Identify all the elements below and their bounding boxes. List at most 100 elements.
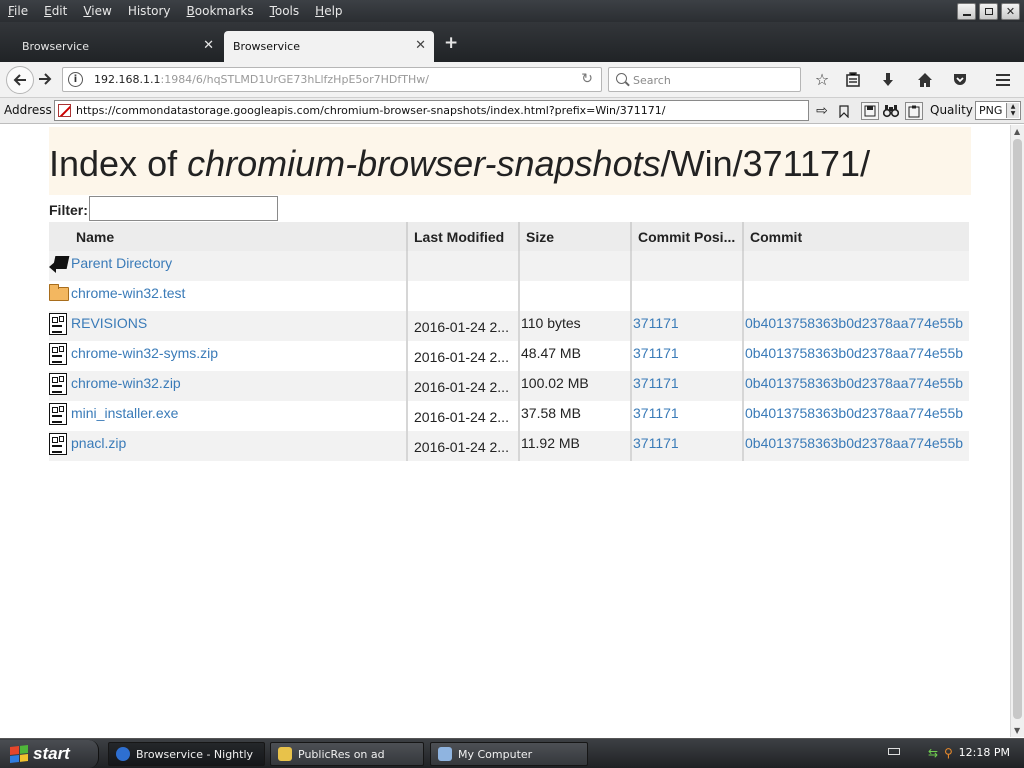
row-commit-position-cell: 371171 — [631, 431, 744, 461]
scroll-down-icon[interactable]: ▼ — [1014, 726, 1020, 735]
commit-position-link[interactable]: 371171 — [633, 435, 679, 451]
file-link[interactable]: chrome-win32-syms.zip — [71, 345, 218, 361]
home-icon[interactable] — [914, 69, 936, 91]
row-commit-position-cell: 371171 — [631, 371, 744, 401]
commit-link[interactable]: 0b4013758363b0d2378aa774e55b — [745, 315, 963, 331]
find-icon[interactable] — [882, 102, 900, 120]
search-box[interactable]: Search — [608, 67, 801, 92]
taskbar-item-publicres[interactable]: PublicRes on ad — [270, 742, 424, 766]
menu-tools[interactable]: Tools — [262, 0, 308, 22]
menu-edit[interactable]: Edit — [36, 0, 75, 22]
scrollbar-thumb[interactable] — [1013, 139, 1022, 719]
row-commit-cell: 0b4013758363b0d2378aa774e55b — [743, 371, 969, 401]
taskbar-item-label: My Computer — [458, 747, 533, 761]
table-row: chrome-win32-syms.zip 2016-01-24 2... 48.4… — [49, 341, 969, 371]
search-tray-icon[interactable]: ⚲ — [944, 746, 953, 760]
taskbar-item-my-computer[interactable]: My Computer — [430, 742, 588, 766]
commit-position-link[interactable]: 371171 — [633, 375, 679, 391]
taskbar-item-label: PublicRes on ad — [298, 747, 385, 761]
file-link[interactable]: mini_installer.exe — [71, 405, 178, 421]
binary-file-icon — [49, 313, 67, 335]
column-header-commit-position[interactable]: Commit Posi... — [631, 222, 744, 251]
file-link[interactable]: chrome-win32.test — [71, 285, 185, 301]
table-row: chrome-win32.test — [49, 281, 969, 311]
binary-file-icon — [49, 343, 67, 365]
file-link[interactable]: pnacl.zip — [71, 435, 126, 451]
menu-view[interactable]: View — [75, 0, 119, 22]
file-link[interactable]: Parent Directory — [71, 255, 172, 271]
tab-close-icon[interactable]: ✕ — [203, 39, 214, 53]
close-window-button[interactable]: ✕ — [1001, 3, 1020, 20]
address-url: https://commondatastorage.googleapis.com… — [76, 104, 666, 117]
quality-spinner-icon[interactable]: ▲ ▼ — [1006, 103, 1019, 118]
vertical-scrollbar[interactable]: ▲ ▼ — [1010, 125, 1024, 737]
row-size-cell — [519, 281, 632, 311]
save-icon[interactable] — [861, 102, 879, 120]
tab-close-icon[interactable]: ✕ — [415, 39, 426, 53]
network-icon[interactable]: ⇆ — [928, 746, 938, 760]
back-arrow-icon — [13, 74, 26, 86]
row-modified-cell: 2016-01-24 2... — [407, 401, 520, 431]
bookmark-toggle-icon[interactable] — [835, 102, 853, 120]
address-field[interactable]: https://commondatastorage.googleapis.com… — [54, 100, 809, 121]
row-commit-cell: 0b4013758363b0d2378aa774e55b — [743, 401, 969, 431]
new-tab-button[interactable]: + — [444, 33, 458, 53]
restore-button[interactable] — [979, 3, 998, 20]
go-button[interactable]: ⇨ — [813, 102, 831, 120]
menu-help[interactable]: Help — [307, 0, 350, 22]
forward-arrow-icon — [39, 73, 52, 85]
bookmark-star-icon[interactable]: ☆ — [811, 69, 833, 91]
commit-position-link[interactable]: 371171 — [633, 405, 679, 421]
commit-position-link[interactable]: 371171 — [633, 345, 679, 361]
file-link[interactable]: chrome-win32.zip — [71, 375, 181, 391]
menu-bookmarks[interactable]: Bookmarks — [179, 0, 262, 22]
hamburger-menu-icon[interactable] — [992, 69, 1014, 91]
row-commit-cell — [743, 251, 969, 281]
commit-link[interactable]: 0b4013758363b0d2378aa774e55b — [745, 405, 963, 421]
quality-select[interactable]: PNG ▲ ▼ — [975, 101, 1021, 120]
forward-button[interactable] — [38, 72, 56, 90]
url-bar[interactable]: i 192.168.1.1:1984/6/hqSTLMD1UrGE73hLlfz… — [62, 67, 602, 92]
clipboard-icon[interactable] — [905, 102, 923, 120]
column-header-size[interactable]: Size — [519, 222, 632, 251]
tab-browservice-2[interactable]: Browservice ✕ — [224, 31, 434, 62]
minimize-button[interactable] — [957, 3, 976, 20]
commit-position-link[interactable]: 371171 — [633, 315, 679, 331]
quality-label: Quality — [930, 103, 973, 117]
table-row: mini_installer.exe 2016-01-24 2... 37.58 M… — [49, 401, 969, 431]
size-text: 110 bytes — [521, 315, 581, 331]
column-header-name[interactable]: Name — [70, 222, 408, 251]
binary-file-icon — [49, 433, 67, 455]
column-header-commit[interactable]: Commit — [743, 222, 969, 251]
filter-input[interactable] — [89, 196, 278, 221]
commit-link[interactable]: 0b4013758363b0d2378aa774e55b — [745, 375, 963, 391]
taskbar-item-browservice[interactable]: Browservice - Nightly — [108, 742, 265, 766]
pocket-icon[interactable] — [949, 69, 971, 91]
start-button[interactable]: start — [0, 740, 99, 768]
taskbar-item-label: Browservice - Nightly — [136, 747, 254, 761]
menu-history[interactable]: History — [120, 0, 179, 22]
search-icon — [616, 73, 627, 84]
tab-browservice-1[interactable]: Browservice ✕ — [0, 31, 222, 62]
scroll-up-icon[interactable]: ▲ — [1014, 127, 1020, 136]
address-label: Address — [4, 103, 52, 117]
download-icon[interactable] — [877, 69, 899, 91]
row-icon-cell — [49, 341, 70, 371]
row-commit-position-cell: 371171 — [631, 311, 744, 341]
reload-icon[interactable]: ↻ — [581, 71, 593, 87]
keyboard-icon[interactable] — [888, 748, 900, 755]
column-header-last-modified[interactable]: Last Modified — [407, 222, 520, 251]
file-link[interactable]: REVISIONS — [71, 315, 147, 331]
site-info-icon[interactable]: i — [68, 72, 83, 87]
menu-file[interactable]: File — [0, 0, 36, 22]
row-modified-cell: 2016-01-24 2... — [407, 341, 520, 371]
back-button[interactable] — [6, 66, 34, 94]
row-modified-cell: 2016-01-24 2... — [407, 371, 520, 401]
row-commit-position-cell — [631, 251, 744, 281]
commit-link[interactable]: 0b4013758363b0d2378aa774e55b — [745, 345, 963, 361]
reading-list-icon[interactable] — [842, 69, 864, 91]
row-modified-cell: 2016-01-24 2... — [407, 311, 520, 341]
icon-column-header — [49, 222, 70, 251]
commit-link[interactable]: 0b4013758363b0d2378aa774e55b — [745, 435, 963, 451]
row-size-cell: 11.92 MB — [519, 431, 632, 461]
